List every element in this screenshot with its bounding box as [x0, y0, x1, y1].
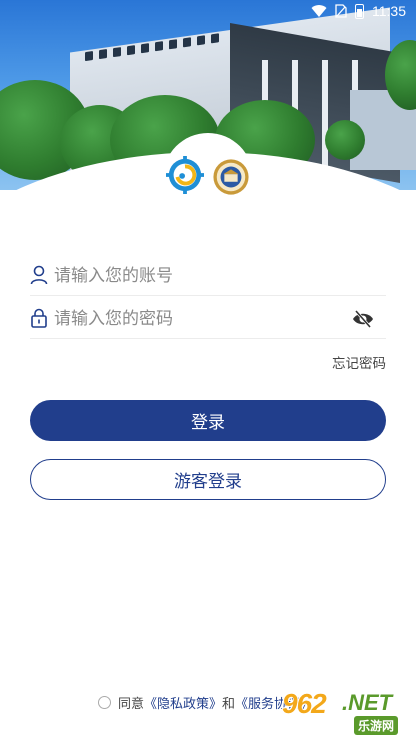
- agreement-row: 同意 《隐私政策》 和 《服务协议》: [98, 692, 313, 712]
- college-seal-logo: [213, 159, 249, 195]
- forgot-password-link[interactable]: 忘记密码: [332, 352, 386, 372]
- eye-off-icon[interactable]: [352, 309, 374, 329]
- username-input[interactable]: [54, 260, 354, 292]
- site-watermark: 962 .NET 乐游网: [282, 688, 416, 736]
- user-icon: [30, 265, 48, 285]
- tree: [325, 120, 365, 160]
- watermark-number: 962: [282, 688, 327, 719]
- watermark-suffix: .NET: [342, 690, 393, 715]
- login-screen: 11:35 请输入您的账号 忘记密码 登录 游客登录 同意 《隐私政策》 和 《…: [0, 0, 416, 739]
- privacy-policy-link[interactable]: 《隐私政策》: [144, 693, 222, 712]
- guest-login-button[interactable]: 游客登录: [30, 459, 386, 500]
- wifi-icon: [311, 5, 327, 18]
- battery-icon: [355, 3, 364, 19]
- watermark-site-name: 乐游网: [354, 716, 399, 735]
- agree-prefix: 同意: [118, 696, 145, 712]
- status-bar: 11:35: [0, 0, 416, 24]
- status-time: 11:35: [372, 3, 406, 19]
- sim-icon: [335, 4, 347, 18]
- password-input[interactable]: [54, 303, 354, 335]
- password-row: [30, 299, 386, 339]
- login-button[interactable]: 登录: [30, 400, 386, 441]
- building-pillar: [322, 60, 328, 170]
- lock-icon: [31, 308, 47, 328]
- agree-and: 和: [222, 696, 236, 712]
- gear-emblem-logo: [166, 156, 204, 194]
- agree-radio[interactable]: [98, 695, 111, 709]
- username-row: [30, 256, 386, 296]
